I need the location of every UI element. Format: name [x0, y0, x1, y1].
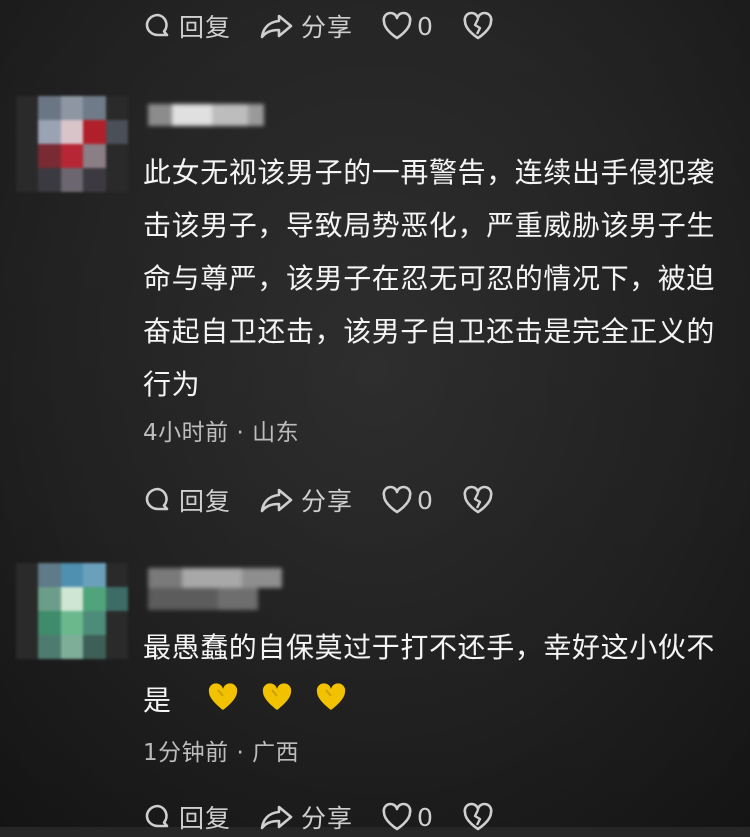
chat-bubble-icon — [145, 804, 169, 828]
like-count: 0 — [417, 485, 434, 515]
reply-button[interactable]: 回复 — [143, 799, 231, 835]
heart-icon — [382, 485, 412, 514]
share-button[interactable]: 分享 — [259, 799, 353, 835]
comment-location: 广西 — [252, 740, 300, 766]
comment-meta-2: 1分钟前 · 广西 — [143, 733, 299, 767]
like-count: 0 — [417, 11, 434, 41]
chat-bubble-icon — [145, 13, 169, 37]
share-label: 分享 — [301, 804, 354, 833]
reply-button[interactable]: 回复 — [143, 482, 231, 518]
share-arrow-icon — [260, 488, 293, 513]
comment-time: 1分钟前 — [143, 740, 229, 766]
dislike-button[interactable] — [462, 11, 494, 41]
action-bar-top: 回复 分享 0 — [143, 6, 522, 46]
avatar-pixelated-1[interactable] — [16, 96, 128, 192]
share-label: 分享 — [301, 487, 354, 516]
share-arrow-icon — [260, 805, 293, 830]
broken-heart-icon — [463, 485, 493, 514]
share-arrow-icon — [260, 14, 293, 39]
yellow-heart-emoji — [260, 676, 294, 729]
like-count: 0 — [417, 802, 434, 832]
dislike-button[interactable] — [462, 485, 494, 515]
meta-separator: · — [236, 740, 245, 766]
yellow-heart-emoji — [314, 676, 348, 729]
dislike-button[interactable] — [462, 802, 494, 832]
like-button[interactable]: 0 — [381, 11, 434, 41]
reply-label: 回复 — [179, 804, 232, 833]
yellow-heart-emoji — [206, 676, 240, 729]
username-blurred-1[interactable] — [148, 100, 268, 134]
like-button[interactable]: 0 — [381, 485, 434, 515]
broken-heart-icon — [463, 802, 493, 831]
username-blurred-2[interactable] — [148, 566, 288, 618]
comment-text-2: 最愚蠢的自保莫过于打不还手，幸好这小伙不是 — [143, 621, 733, 729]
share-label: 分享 — [301, 13, 354, 42]
share-button[interactable]: 分享 — [259, 482, 353, 518]
comment-text-1: 此女无视该男子的一再警告，连续出手侵犯袭击该男子，导致局势恶化，严重威胁该男子生… — [143, 156, 716, 401]
broken-heart-icon — [463, 11, 493, 40]
action-bar-1: 回复 分享 0 — [143, 480, 522, 520]
meta-separator: · — [236, 420, 245, 446]
share-button[interactable]: 分享 — [259, 8, 353, 44]
comment-meta-1: 4小时前 · 山东 — [143, 413, 299, 447]
chat-bubble-icon — [145, 487, 169, 511]
comment-time: 4小时前 — [143, 420, 229, 446]
like-button[interactable]: 0 — [381, 802, 434, 832]
action-bar-2: 回复 分享 0 — [143, 797, 522, 837]
comment-location: 山东 — [252, 420, 300, 446]
heart-icon — [382, 802, 412, 831]
reply-label: 回复 — [179, 13, 232, 42]
avatar-pixelated-2[interactable] — [16, 563, 128, 659]
reply-label: 回复 — [179, 487, 232, 516]
heart-icon — [382, 11, 412, 40]
reply-button[interactable]: 回复 — [143, 8, 231, 44]
